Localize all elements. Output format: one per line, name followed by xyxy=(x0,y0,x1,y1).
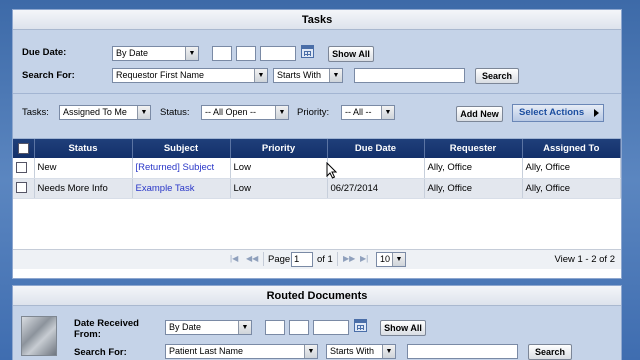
tasks-filters: Due Date: By Date ▼ Show All Search For: … xyxy=(13,30,621,139)
due-date-label: Due Date: xyxy=(22,47,67,58)
next-page-icon[interactable]: ▶▶ xyxy=(343,254,355,263)
calendar-icon[interactable] xyxy=(301,45,314,58)
date-received-mode-select[interactable]: By Date ▼ xyxy=(165,320,252,335)
priority-filter-select[interactable]: -- All -- ▼ xyxy=(341,105,395,120)
subject-cell[interactable]: [Returned] Subject xyxy=(132,158,231,179)
status-cell: Needs More Info xyxy=(34,178,133,199)
first-page-icon[interactable]: |◀ xyxy=(230,254,238,263)
table-row[interactable]: New [Returned] Subject Low Ally, Office … xyxy=(13,158,621,179)
routed-filters: Date Received From: By Date ▼ Show All Se… xyxy=(13,306,621,360)
status-filter-select[interactable]: -- All Open -- ▼ xyxy=(201,105,289,120)
select-all-header[interactable] xyxy=(13,139,35,158)
chevron-down-icon: ▼ xyxy=(185,47,198,60)
page-size-select[interactable]: 10 ▼ xyxy=(376,252,406,267)
pager-separator xyxy=(263,252,264,266)
assigned-to-cell: Ally, Office xyxy=(522,158,621,179)
routed-search-input[interactable] xyxy=(407,344,518,359)
column-header-status[interactable]: Status xyxy=(34,139,133,158)
documents-thumbnail-icon xyxy=(21,316,57,356)
chevron-down-icon: ▼ xyxy=(381,106,394,119)
requester-cell: Ally, Office xyxy=(424,158,523,179)
due-date-month-input[interactable] xyxy=(212,46,232,61)
filter-divider xyxy=(13,93,621,94)
search-button[interactable]: Search xyxy=(475,68,519,84)
tasks-panel: Tasks Due Date: By Date ▼ Show All Search… xyxy=(12,9,622,279)
row-checkbox[interactable] xyxy=(16,162,27,174)
column-header-requester[interactable]: Requester xyxy=(424,139,523,158)
routed-search-button[interactable]: Search xyxy=(528,344,572,360)
table-header-row: Status Subject Priority Due Date Request… xyxy=(13,139,621,158)
chevron-down-icon: ▼ xyxy=(238,321,251,334)
routed-documents-panel: Routed Documents Date Received From: By … xyxy=(12,285,622,360)
due-date-year-input[interactable] xyxy=(260,46,296,61)
date-received-month-input[interactable] xyxy=(265,320,285,335)
routed-search-for-label: Search For: xyxy=(74,347,127,358)
due-date-cell xyxy=(327,158,425,179)
tasks-pager: |◀ ◀◀ Page 1 of 1 ▶▶ ▶| 10 ▼ View 1 - 2 o… xyxy=(13,249,621,269)
priority-cell: Low xyxy=(230,178,328,199)
chevron-down-icon: ▼ xyxy=(392,253,405,266)
mouse-cursor-icon xyxy=(326,162,337,179)
show-all-button[interactable]: Show All xyxy=(328,46,374,62)
search-input[interactable] xyxy=(354,68,465,83)
chevron-down-icon: ▼ xyxy=(304,345,317,358)
last-page-icon[interactable]: ▶| xyxy=(360,254,368,263)
requester-cell: Ally, Office xyxy=(424,178,523,199)
routed-show-all-button[interactable]: Show All xyxy=(380,320,426,336)
row-select-cell[interactable] xyxy=(13,178,35,199)
page-of-label: of 1 xyxy=(317,254,333,265)
tasks-filter-label: Tasks: xyxy=(22,107,49,118)
table-row[interactable]: Needs More Info Example Task Low 06/27/2… xyxy=(13,178,621,199)
select-all-checkbox[interactable] xyxy=(17,142,29,154)
date-received-label: Date Received From: xyxy=(74,318,139,340)
due-date-cell: 06/27/2014 xyxy=(327,178,425,199)
chevron-down-icon: ▼ xyxy=(382,345,395,358)
page-number-input[interactable]: 1 xyxy=(291,252,313,267)
row-checkbox[interactable] xyxy=(16,182,27,194)
chevron-down-icon: ▼ xyxy=(329,69,342,82)
subject-link[interactable]: Example Task xyxy=(136,183,195,194)
date-received-year-input[interactable] xyxy=(313,320,349,335)
due-date-day-input[interactable] xyxy=(236,46,256,61)
tasks-filter-select[interactable]: Assigned To Me ▼ xyxy=(59,105,151,120)
add-new-button[interactable]: Add New xyxy=(456,106,503,122)
routed-documents-title: Routed Documents xyxy=(13,286,621,306)
row-select-cell[interactable] xyxy=(13,158,35,179)
select-actions-button[interactable]: Select Actions xyxy=(512,104,604,122)
calendar-icon[interactable] xyxy=(354,319,367,332)
subject-cell[interactable]: Example Task xyxy=(132,178,231,199)
column-header-subject[interactable]: Subject xyxy=(132,139,231,158)
routed-search-field-select[interactable]: Patient Last Name ▼ xyxy=(165,344,318,359)
chevron-right-icon xyxy=(594,109,599,117)
status-cell: New xyxy=(34,158,133,179)
priority-filter-label: Priority: xyxy=(297,107,330,118)
column-header-due-date[interactable]: Due Date xyxy=(327,139,425,158)
pager-separator xyxy=(337,252,338,266)
date-received-day-input[interactable] xyxy=(289,320,309,335)
tasks-table: Status Subject Priority Due Date Request… xyxy=(13,139,621,199)
subject-link[interactable]: [Returned] Subject xyxy=(136,162,215,173)
status-filter-label: Status: xyxy=(160,107,190,118)
search-match-select[interactable]: Starts With ▼ xyxy=(273,68,343,83)
assigned-to-cell: Ally, Office xyxy=(522,178,621,199)
search-for-label: Search For: xyxy=(22,70,75,81)
view-range-text: View 1 - 2 of 2 xyxy=(554,254,615,265)
page-label: Page xyxy=(268,254,291,265)
column-header-priority[interactable]: Priority xyxy=(230,139,328,158)
search-field-select[interactable]: Requestor First Name ▼ xyxy=(112,68,268,83)
tasks-title: Tasks xyxy=(13,10,621,30)
column-header-assigned-to[interactable]: Assigned To xyxy=(522,139,621,158)
due-date-mode-select[interactable]: By Date ▼ xyxy=(112,46,199,61)
prev-page-icon[interactable]: ◀◀ xyxy=(246,254,258,263)
chevron-down-icon: ▼ xyxy=(275,106,288,119)
routed-search-match-select[interactable]: Starts With ▼ xyxy=(326,344,396,359)
priority-cell: Low xyxy=(230,158,328,179)
chevron-down-icon: ▼ xyxy=(254,69,267,82)
chevron-down-icon: ▼ xyxy=(137,106,150,119)
